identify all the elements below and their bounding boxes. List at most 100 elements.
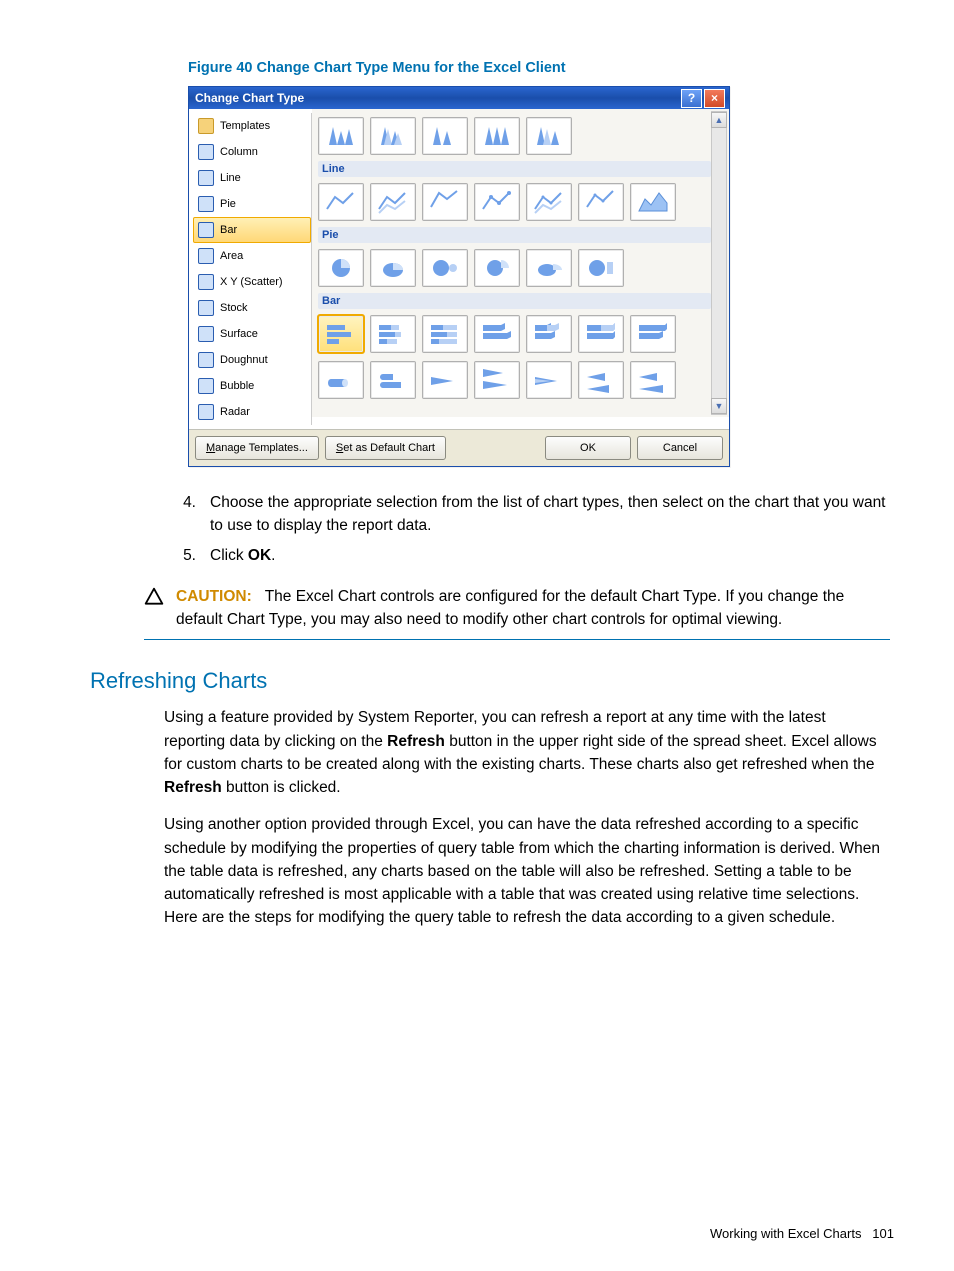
chart-thumb[interactable] bbox=[318, 117, 364, 155]
chart-thumb[interactable] bbox=[474, 183, 520, 221]
page-footer: Working with Excel Charts 101 bbox=[710, 1226, 894, 1241]
chart-thumb[interactable] bbox=[526, 183, 572, 221]
chart-thumb[interactable] bbox=[318, 249, 364, 287]
titlebar: Change Chart Type ? × bbox=[189, 87, 729, 109]
sidebar-item-xy-scatter[interactable]: X Y (Scatter) bbox=[193, 269, 311, 295]
chart-thumb[interactable] bbox=[578, 315, 624, 353]
surface-chart-icon bbox=[198, 326, 214, 342]
change-chart-type-dialog: Change Chart Type ? × Templates Column L… bbox=[188, 86, 730, 467]
caution-text: The Excel Chart controls are configured … bbox=[176, 588, 844, 628]
sidebar-item-label: Area bbox=[220, 250, 243, 262]
caution-icon bbox=[144, 587, 164, 607]
chart-thumb[interactable] bbox=[370, 315, 416, 353]
sidebar-item-line[interactable]: Line bbox=[193, 165, 311, 191]
chart-categories-sidebar: Templates Column Line Pie Bar bbox=[193, 113, 312, 425]
sidebar-item-doughnut[interactable]: Doughnut bbox=[193, 347, 311, 373]
step-5: 5. Click OK. bbox=[164, 544, 890, 567]
chart-thumb[interactable] bbox=[474, 249, 520, 287]
chart-thumb[interactable] bbox=[526, 249, 572, 287]
chart-thumb[interactable] bbox=[630, 183, 676, 221]
chart-thumb[interactable] bbox=[526, 315, 572, 353]
line-chart-icon bbox=[198, 170, 214, 186]
sidebar-item-area[interactable]: Area bbox=[193, 243, 311, 269]
sidebar-item-bubble[interactable]: Bubble bbox=[193, 373, 311, 399]
chart-thumb[interactable] bbox=[526, 117, 572, 155]
step-body: Choose the appropriate selection from th… bbox=[210, 491, 890, 538]
sidebar-item-bar[interactable]: Bar bbox=[193, 217, 311, 243]
chart-thumb[interactable] bbox=[578, 249, 624, 287]
chart-thumb[interactable] bbox=[370, 117, 416, 155]
sidebar-item-label: Line bbox=[220, 172, 241, 184]
pie-chart-icon bbox=[198, 196, 214, 212]
window-title: Change Chart Type bbox=[195, 91, 304, 105]
scroll-up-icon[interactable]: ▲ bbox=[711, 112, 727, 128]
sidebar-item-column[interactable]: Column bbox=[193, 139, 311, 165]
chart-thumb[interactable] bbox=[318, 183, 364, 221]
bubble-chart-icon bbox=[198, 378, 214, 394]
step-4: 4. Choose the appropriate selection from… bbox=[164, 491, 890, 538]
caution-label: CAUTION: bbox=[176, 588, 252, 605]
manage-templates-button[interactable]: Manage Templates... bbox=[195, 436, 319, 460]
chart-thumb[interactable] bbox=[578, 183, 624, 221]
group-header-line: Line bbox=[318, 161, 711, 177]
sidebar-item-label: Bubble bbox=[220, 380, 254, 392]
sidebar-item-label: Pie bbox=[220, 198, 236, 210]
figure-caption: Figure 40 Change Chart Type Menu for the… bbox=[188, 60, 922, 76]
chart-gallery: Line Pie bbox=[312, 109, 729, 417]
group-header-bar: Bar bbox=[318, 293, 711, 309]
sidebar-item-templates[interactable]: Templates bbox=[193, 113, 311, 139]
doughnut-chart-icon bbox=[198, 352, 214, 368]
chart-thumb[interactable] bbox=[526, 361, 572, 399]
step-number: 4. bbox=[164, 491, 196, 538]
chart-thumb[interactable] bbox=[578, 361, 624, 399]
group-header-pie: Pie bbox=[318, 227, 711, 243]
paragraph: Using another option provided through Ex… bbox=[164, 813, 890, 929]
chart-thumb[interactable] bbox=[370, 183, 416, 221]
help-icon[interactable]: ? bbox=[681, 89, 702, 108]
steps-list: 4. Choose the appropriate selection from… bbox=[164, 491, 890, 567]
sidebar-item-stock[interactable]: Stock bbox=[193, 295, 311, 321]
chart-thumb[interactable] bbox=[370, 249, 416, 287]
chart-thumb[interactable] bbox=[422, 249, 468, 287]
chart-thumb[interactable] bbox=[370, 361, 416, 399]
chart-thumb[interactable] bbox=[474, 361, 520, 399]
sidebar-item-label: Column bbox=[220, 146, 258, 158]
sidebar-item-label: X Y (Scatter) bbox=[220, 276, 283, 288]
chart-thumb[interactable] bbox=[422, 183, 468, 221]
step-number: 5. bbox=[164, 544, 196, 567]
chart-thumb[interactable] bbox=[630, 361, 676, 399]
sidebar-item-label: Surface bbox=[220, 328, 258, 340]
sidebar-item-label: Bar bbox=[220, 224, 237, 236]
caution-block: CAUTION: The Excel Chart controls are co… bbox=[144, 585, 890, 641]
area-chart-icon bbox=[198, 248, 214, 264]
chart-thumb-selected[interactable] bbox=[318, 315, 364, 353]
step-body: Click OK. bbox=[210, 544, 890, 567]
chart-thumb[interactable] bbox=[474, 315, 520, 353]
ok-button[interactable]: OK bbox=[545, 436, 631, 460]
folder-icon bbox=[198, 118, 214, 134]
bar-chart-icon bbox=[198, 222, 214, 238]
scatter-chart-icon bbox=[198, 274, 214, 290]
close-icon[interactable]: × bbox=[704, 89, 725, 108]
chart-thumb[interactable] bbox=[422, 315, 468, 353]
chart-thumb[interactable] bbox=[318, 361, 364, 399]
set-as-default-chart-button[interactable]: Set as Default Chart bbox=[325, 436, 446, 460]
sidebar-item-label: Doughnut bbox=[220, 354, 268, 366]
chart-thumb[interactable] bbox=[422, 361, 468, 399]
sidebar-item-pie[interactable]: Pie bbox=[193, 191, 311, 217]
column-chart-icon bbox=[198, 144, 214, 160]
sidebar-item-radar[interactable]: Radar bbox=[193, 399, 311, 425]
chart-thumb[interactable] bbox=[474, 117, 520, 155]
stock-chart-icon bbox=[198, 300, 214, 316]
cancel-button[interactable]: Cancel bbox=[637, 436, 723, 460]
scrollbar[interactable]: ▲ ▼ bbox=[711, 111, 727, 415]
sidebar-item-label: Radar bbox=[220, 406, 250, 418]
section-heading-refreshing-charts: Refreshing Charts bbox=[90, 668, 922, 694]
sidebar-item-surface[interactable]: Surface bbox=[193, 321, 311, 347]
paragraph: Using a feature provided by System Repor… bbox=[164, 706, 890, 799]
chart-thumb[interactable] bbox=[630, 315, 676, 353]
chart-thumb[interactable] bbox=[422, 117, 468, 155]
radar-chart-icon bbox=[198, 404, 214, 420]
sidebar-item-label: Stock bbox=[220, 302, 248, 314]
scroll-down-icon[interactable]: ▼ bbox=[711, 398, 727, 414]
